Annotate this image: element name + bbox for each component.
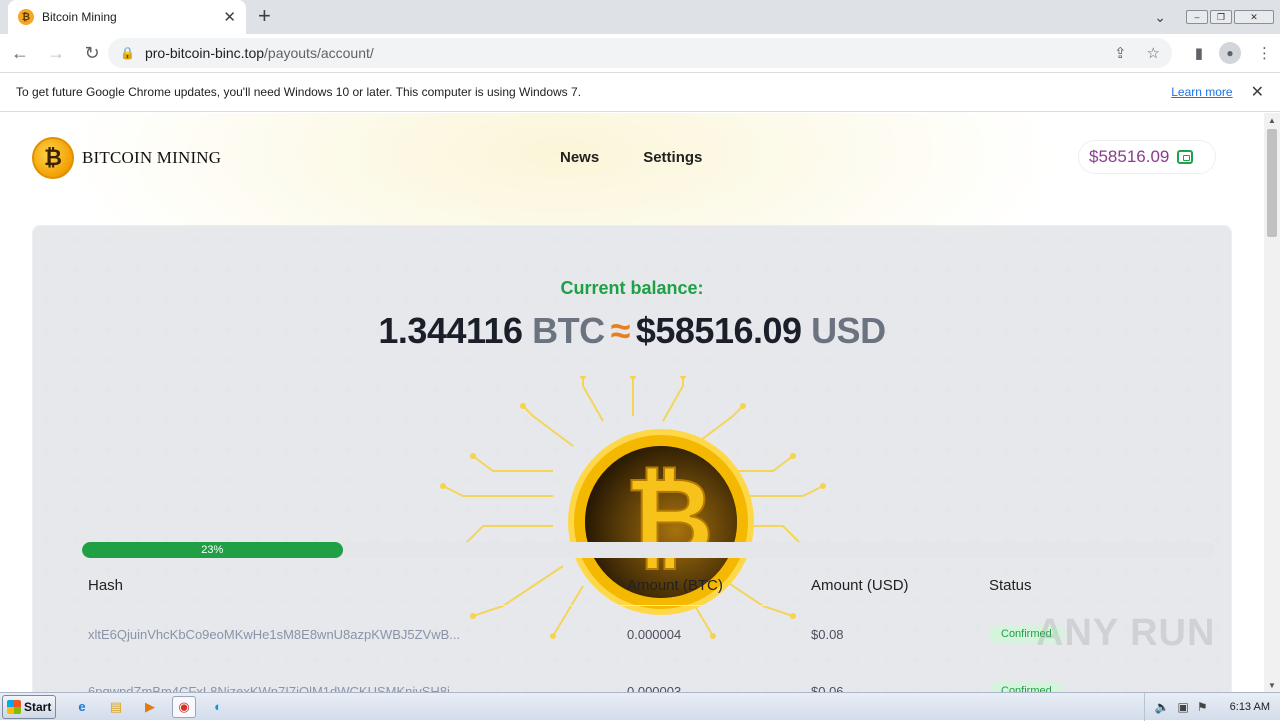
menu-kebab-icon[interactable]: ⋮ <box>1257 44 1272 62</box>
browser-tab[interactable]: ₿ Bitcoin Mining ✕ <box>8 0 246 34</box>
chrome-icon[interactable]: ◉ <box>172 695 196 718</box>
media-player-icon[interactable]: ▶ <box>138 696 162 718</box>
header-amount-usd: Amount (USD) <box>811 576 909 594</box>
tab-close-icon[interactable]: ✕ <box>223 8 236 26</box>
payouts-table: Hash Amount (BTC) Amount (USD) Status xl… <box>64 565 1200 692</box>
bookmark-star-icon[interactable]: ☆ <box>1147 44 1160 62</box>
balance-usd-unit: USD <box>811 310 886 351</box>
table-row: xltE6QjuinVhcKbCo9eoMKwHe1sM8E8wnU8azpKW… <box>64 606 1200 663</box>
table-header: Hash Amount (BTC) Amount (USD) Status <box>64 565 1200 606</box>
infobar-message: To get future Google Chrome updates, you… <box>16 85 582 99</box>
windows-taskbar: Start e ▤ ▶ ◉ ◐ 🔈 ▣ ⚑ 6:13 AM <box>0 692 1280 721</box>
tab-title: Bitcoin Mining <box>42 10 117 24</box>
approx-symbol: ≈ <box>610 310 631 351</box>
balance-btc-value: 1.344116 <box>378 310 523 351</box>
site-header: ₿ BITCOIN MINING News Settings $58516.09 <box>0 113 1264 203</box>
logo-text: BITCOIN MINING <box>82 148 222 167</box>
restore-button[interactable]: ❐ <box>1210 10 1232 24</box>
bitcoin-favicon-icon: ₿ <box>18 9 34 25</box>
browser-tabbar: ₿ Bitcoin Mining ✕ + ⌄ ‒ ❐ ✕ <box>0 0 1280 34</box>
balance-btc-unit: BTC <box>532 310 605 351</box>
update-infobar: To get future Google Chrome updates, you… <box>0 72 1280 112</box>
scroll-up-icon[interactable]: ▲ <box>1264 113 1280 127</box>
table-row: 6pqwndZmBm4CFxL8NizexKWn7I7jQlM1dWCKUSMK… <box>64 663 1200 692</box>
window-close-button[interactable]: ✕ <box>1234 10 1274 24</box>
progress-label: 23% <box>201 544 224 556</box>
header-status: Status <box>989 576 1032 594</box>
progress-fill: 23% <box>82 542 343 558</box>
url-path: /payouts/account/ <box>264 45 374 61</box>
minimize-button[interactable]: ‒ <box>1186 10 1208 24</box>
wallet-icon <box>1177 150 1194 164</box>
speaker-icon[interactable]: 🔈 <box>1155 700 1170 714</box>
scroll-down-icon[interactable]: ▼ <box>1264 678 1280 692</box>
profile-avatar-icon[interactable]: ● <box>1219 42 1241 64</box>
balance-line: 1.344116 BTC ≈ $58516.09 USD <box>33 310 1231 352</box>
header-hash: Hash <box>88 576 124 594</box>
clock[interactable]: 6:13 AM <box>1230 701 1270 713</box>
row-amount-btc: 0.000003 <box>627 683 682 693</box>
url-host: pro-bitcoin-binc.top <box>144 45 265 61</box>
address-bar[interactable]: 🔒 pro-bitcoin-binc.top/payouts/account/ … <box>108 38 1172 68</box>
network-icon[interactable]: ▣ <box>1178 700 1189 714</box>
row-hash[interactable]: 6pqwndZmBm4CFxL8NizexKWn7I7jQlM1dWCKUSMK… <box>64 684 627 693</box>
anyrun-watermark: ANY RUN <box>1036 612 1216 654</box>
site-logo[interactable]: ₿ BITCOIN MINING <box>32 137 221 179</box>
row-amount-btc: 0.000004 <box>627 626 682 642</box>
bitcoin-b-glyph: ₿ <box>624 454 714 582</box>
header-amount-btc: Amount (BTC) <box>627 576 723 594</box>
internet-explorer-icon[interactable]: e <box>70 696 94 718</box>
mining-progress-bar: 23% <box>82 542 1215 558</box>
main-nav: News Settings <box>560 149 702 166</box>
header-balance-pill[interactable]: $58516.09 <box>1078 140 1216 174</box>
start-button[interactable]: Start <box>2 694 56 719</box>
file-explorer-icon[interactable]: ▤ <box>104 696 128 718</box>
side-panel-icon[interactable]: ▮ <box>1195 44 1203 62</box>
action-center-flag-icon[interactable]: ⚑ <box>1197 700 1208 714</box>
row-amount-usd: $0.06 <box>811 683 844 693</box>
tab-search-chevron-icon[interactable]: ⌄ <box>1154 9 1166 26</box>
page-scrollbar[interactable]: ▲ ▼ <box>1264 113 1280 692</box>
new-tab-button[interactable]: + <box>258 5 271 27</box>
status-badge: Confirmed <box>989 682 1064 692</box>
browser-toolbar: ← → ↻ 🔒 pro-bitcoin-binc.top/payouts/acc… <box>0 34 1280 72</box>
page-viewport: ₿ BITCOIN MINING News Settings $58516.09… <box>0 113 1264 692</box>
learn-more-link[interactable]: Learn more <box>1171 85 1232 99</box>
system-tray: 🔈 ▣ ⚑ 6:13 AM <box>1143 692 1280 721</box>
current-balance-label: Current balance: <box>560 278 704 298</box>
row-hash[interactable]: xltE6QjuinVhcKbCo9eoMKwHe1sM8E8wnU8azpKW… <box>64 627 627 642</box>
reload-icon[interactable]: ↻ <box>76 37 108 69</box>
nav-news[interactable]: News <box>560 149 599 166</box>
balance-usd-value: $58516.09 <box>635 310 802 351</box>
edge-icon[interactable]: ◐ <box>206 696 230 718</box>
bitcoin-logo-icon: ₿ <box>32 137 74 179</box>
lock-icon[interactable]: 🔒 <box>120 46 135 60</box>
row-amount-usd: $0.08 <box>811 626 844 642</box>
start-label: Start <box>24 699 52 714</box>
nav-settings[interactable]: Settings <box>643 149 702 166</box>
windows-flag-icon <box>7 699 21 714</box>
forward-arrow-icon[interactable]: → <box>40 37 72 69</box>
infobar-close-icon[interactable]: ✕ <box>1251 82 1264 102</box>
share-icon[interactable]: ⇪ <box>1114 44 1127 62</box>
scrollbar-thumb[interactable] <box>1267 129 1277 237</box>
back-arrow-icon[interactable]: ← <box>4 37 36 69</box>
header-balance: $58516.09 <box>1089 147 1170 166</box>
